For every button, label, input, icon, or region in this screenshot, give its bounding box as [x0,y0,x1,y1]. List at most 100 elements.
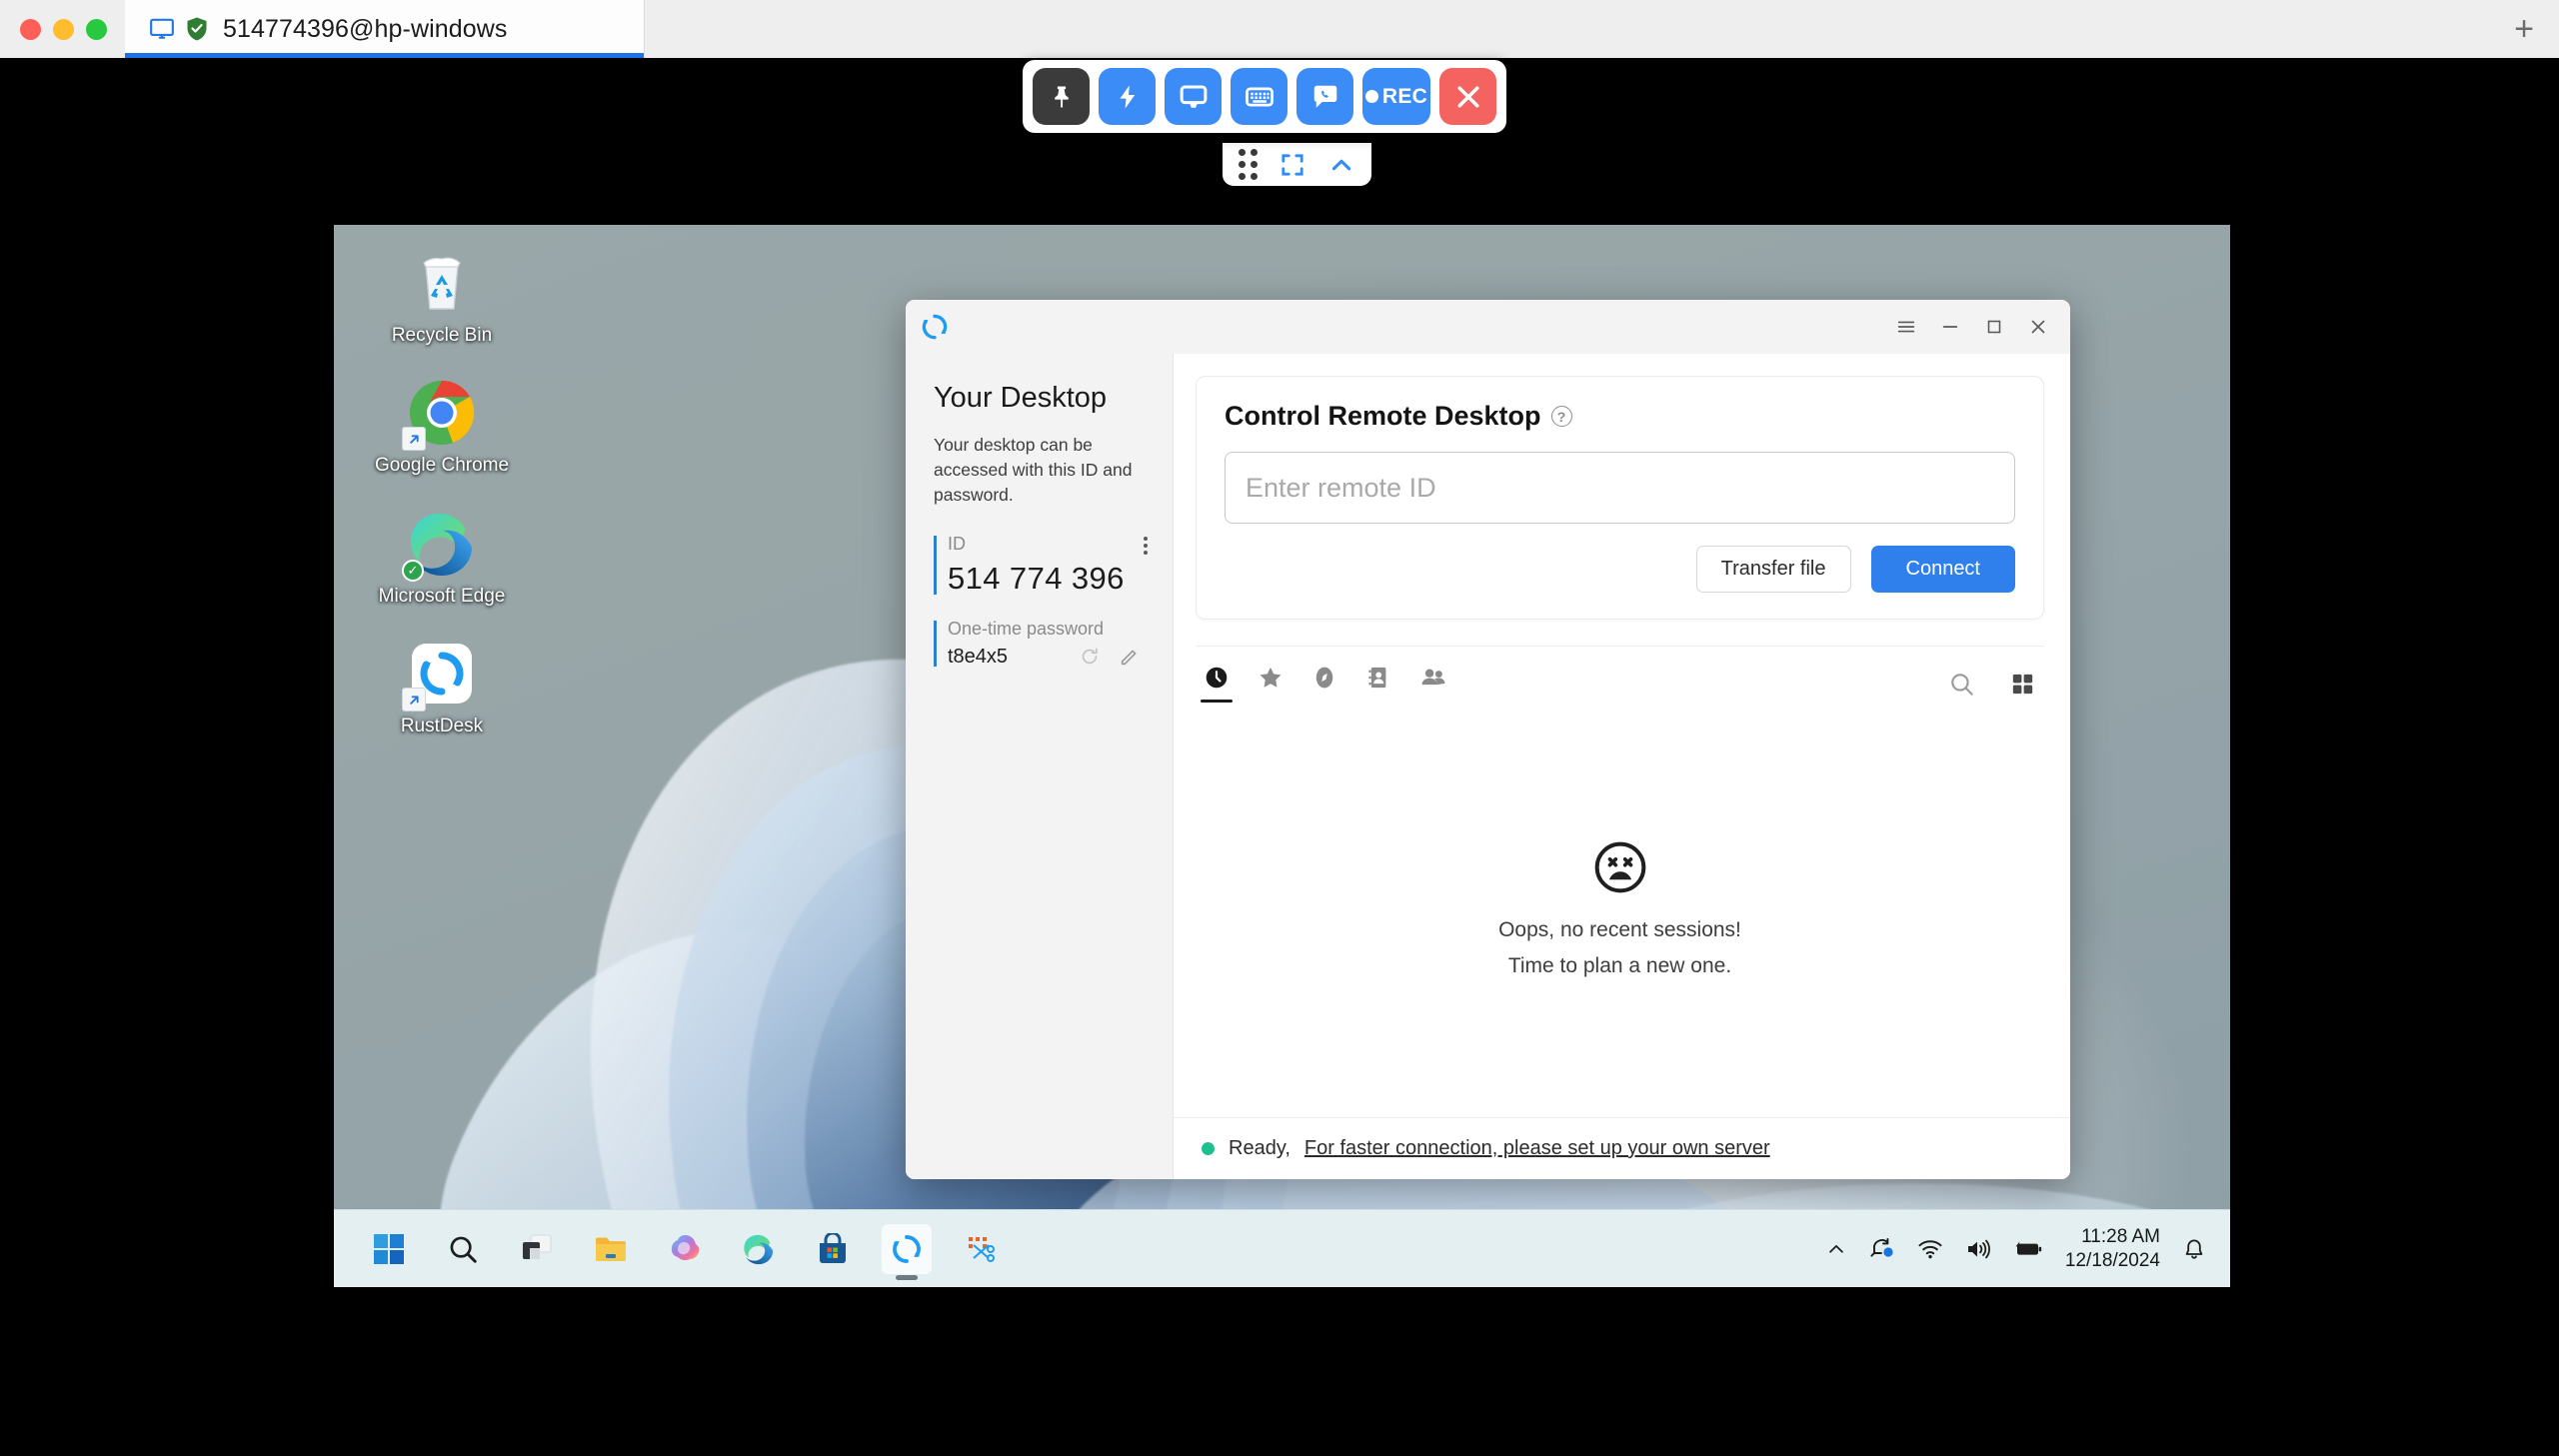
microsoft-store-icon [820,1232,846,1263]
close-button[interactable] [2016,307,2060,347]
minimize-window-button[interactable] [53,18,74,40]
close-session-button[interactable] [1439,68,1496,125]
address-book-icon [1368,667,1386,689]
tabbar-spacer [645,0,2489,58]
shortcut-badge-icon [402,427,426,452]
password-actions [1079,646,1147,668]
grid-view-icon[interactable] [2009,671,2036,698]
windows-taskbar: 11:28 AM 12/18/2024 [334,1209,2230,1287]
chevron-up-icon[interactable] [1327,152,1355,178]
edit-password-icon[interactable] [1119,646,1141,668]
snipping-tool-icon [969,1236,995,1262]
edge-icon: ✓ [402,508,478,582]
desktop-icon-google-chrome[interactable]: Google Chrome [362,377,522,477]
maximize-button[interactable] [1972,307,2016,347]
taskbar-items [334,1223,1006,1274]
connect-button[interactable]: Connect [1870,546,2015,593]
taskbar-search-button[interactable] [438,1224,488,1274]
refresh-password-icon[interactable] [1079,646,1101,668]
taskbar-edge[interactable] [734,1224,784,1274]
compass-icon [1315,667,1333,689]
network-sync-icon [1870,1237,1893,1257]
password-value[interactable]: t8e4x5 [948,646,1008,669]
taskbar-start-button[interactable] [364,1224,414,1274]
taskbar-task-view-button[interactable] [512,1224,562,1274]
tray-battery[interactable] [2013,1239,2043,1259]
quick-actions-button[interactable] [1099,68,1156,125]
remote-control-subbar [1223,143,1371,186]
windows-start-icon [374,1233,404,1264]
tray-network-sync[interactable] [1869,1237,1895,1261]
voice-call-button[interactable] [1296,68,1353,125]
tray-notifications[interactable] [2182,1237,2206,1261]
rustdesk-icon [402,638,478,713]
tab-favorites[interactable] [1258,665,1283,703]
rustdesk-main: Control Remote Desktop ? Transfer file C… [1174,354,2070,1179]
desktop-icon-rustdesk[interactable]: RustDesk [362,638,522,737]
help-icon[interactable]: ? [1550,406,1572,427]
pin-icon [1054,86,1069,107]
tab-address-book[interactable] [1365,665,1391,703]
rustdesk-window: Your Desktop Your desktop can be accesse… [906,300,2070,1179]
desktop-icon-recycle-bin[interactable]: Recycle Bin [362,247,522,347]
chevron-up-icon [1829,1244,1843,1253]
rustdesk-titlebar[interactable] [906,300,2070,354]
keyboard-icon [1245,87,1274,106]
remote-id-input[interactable] [1225,452,2015,524]
rustdesk-icon [893,1234,921,1263]
tray-wifi[interactable] [1917,1238,1943,1260]
desktop-icon-label: Microsoft Edge [378,585,506,607]
tab-recent[interactable] [1201,665,1233,703]
new-tab-button[interactable]: + [2489,0,2559,58]
rustdesk-main-inner: Control Remote Desktop ? Transfer file C… [1174,354,2070,1117]
pin-button[interactable] [1033,68,1090,125]
remote-control-toolbar: REC [1023,60,1506,133]
file-explorer-icon [596,1237,626,1261]
record-icon [1364,90,1378,103]
sidebar-subtitle: Your desktop can be accessed with this I… [934,435,1133,505]
bell-icon [2185,1239,2203,1259]
monitor-icon [1180,85,1207,108]
taskbar-rustdesk[interactable] [882,1223,932,1274]
taskbar-date: 12/18/2024 [2064,1249,2160,1271]
checkmark-badge-icon: ✓ [402,559,424,582]
taskbar-microsoft-store[interactable] [808,1224,858,1274]
status-text: Ready, [1229,1137,1290,1159]
tab-discovered[interactable] [1311,665,1337,703]
app-tabbar: 514774396@hp-windows + [0,0,2559,58]
setup-own-server-link[interactable]: For faster connection, please set up you… [1304,1137,1770,1160]
minimize-button[interactable] [1928,307,1972,347]
maximize-window-button[interactable] [86,18,107,40]
record-button[interactable]: REC [1362,68,1430,125]
remote-desktop-viewport[interactable]: Recycle Bin Google Chrome ✓ Microsoft Ed… [334,225,2230,1287]
tray-volume[interactable] [1965,1238,1991,1260]
card-actions: Transfer file Connect [1225,546,2015,593]
fullscreen-icon[interactable] [1280,152,1305,178]
transfer-file-button[interactable]: Transfer file [1695,546,1851,593]
id-value[interactable]: 514 774 396 [948,561,1147,597]
shortcut-badge-icon [402,688,426,713]
session-tab-title: 514774396@hp-windows [223,14,508,43]
display-button[interactable] [1165,68,1222,125]
grip-dots-icon[interactable] [1239,149,1258,180]
tab-group[interactable] [1419,665,1447,703]
taskbar-snipping-tool[interactable] [956,1224,1006,1274]
session-tab[interactable]: 514774396@hp-windows [125,0,645,58]
search-icon[interactable] [1948,671,1975,698]
chrome-icon [402,377,478,452]
id-field-block: ID 514 774 396 [934,534,1148,597]
status-indicator-dot [1202,1142,1215,1155]
taskbar-file-explorer[interactable] [586,1224,636,1274]
recycle-bin-icon [406,247,478,319]
taskbar-copilot[interactable] [660,1224,710,1274]
desktop-icon-microsoft-edge[interactable]: ✓ Microsoft Edge [362,508,522,608]
close-window-button[interactable] [20,18,41,40]
tray-overflow-button[interactable] [1825,1238,1847,1260]
more-options-icon[interactable] [1139,532,1153,560]
menu-button[interactable] [1884,307,1928,347]
taskbar-clock[interactable]: 11:28 AM 12/18/2024 [2065,1225,2160,1273]
session-tabs [1201,665,1447,703]
card-title: Control Remote Desktop [1225,401,1541,431]
keyboard-button[interactable] [1231,68,1287,125]
session-tab-actions [1948,671,2036,698]
